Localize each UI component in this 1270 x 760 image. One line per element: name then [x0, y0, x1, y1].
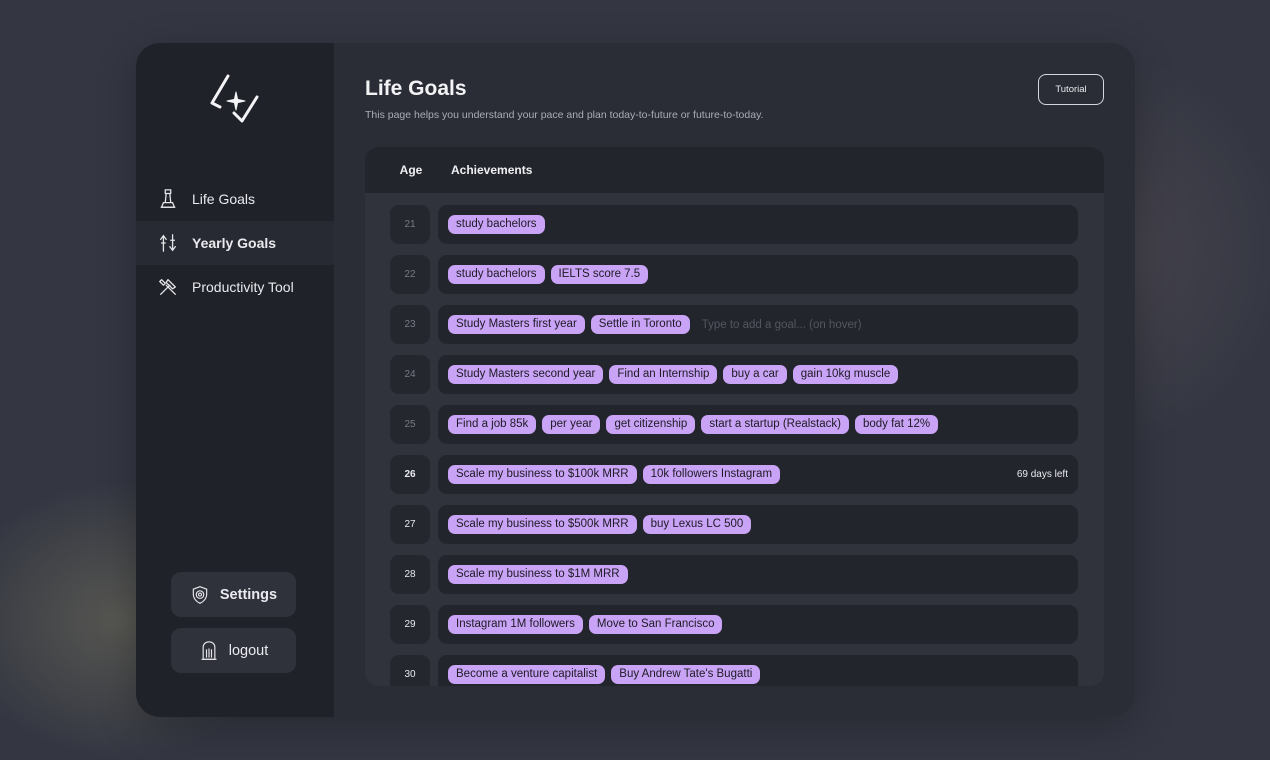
sidebar: Life Goals Yearly Goals Productivity Too… — [136, 43, 334, 717]
age-cell: 22 — [390, 255, 430, 294]
goal-rows[interactable]: 21 study bachelors 22 study bachelors IELTS … — [365, 205, 1104, 686]
goals-table: Age Achievements 21 study bachelors 22 stud… — [365, 147, 1104, 686]
settings-button[interactable]: Settings — [171, 572, 296, 617]
column-header-achievements: Achievements — [451, 163, 533, 177]
days-left-label: 69 days left — [1016, 469, 1068, 480]
goal-tag[interactable]: Scale my business to $500k MRR — [448, 515, 637, 534]
age-cell: 30 — [390, 655, 430, 686]
tools-icon — [156, 275, 180, 299]
goal-tag[interactable]: 10k followers Instagram — [642, 465, 781, 484]
table-row: 27 Scale my business to $500k MRR buy Lexu… — [365, 505, 1104, 555]
tower-icon — [156, 187, 180, 211]
goal-tag[interactable]: Become a venture capitalist — [448, 665, 606, 684]
goal-tag[interactable]: Instagram 1M followers — [448, 615, 583, 634]
goals-cell[interactable]: study bachelors IELTS score 7.5 — [438, 255, 1078, 294]
goals-cell[interactable]: Scale my business to $100k MRR 10k follow… — [438, 455, 1078, 494]
age-cell: 24 — [390, 355, 430, 394]
goal-tag[interactable]: Buy Andrew Tate's Bugatti — [611, 665, 761, 684]
age-cell: 23 — [390, 305, 430, 344]
table-row: 29 Instagram 1M followers Move to San Fran… — [365, 605, 1104, 655]
goal-tag[interactable]: buy a car — [723, 365, 787, 384]
settings-label: Settings — [219, 586, 278, 603]
logo-icon — [210, 74, 259, 123]
table-header: Age Achievements — [365, 147, 1104, 193]
sidebar-item-life-goals[interactable]: Life Goals — [136, 177, 334, 221]
goal-tag[interactable]: Find a job 85k — [448, 415, 537, 434]
sidebar-item-yearly-goals[interactable]: Yearly Goals — [136, 221, 334, 265]
main-content: Life Goals This page helps you understan… — [334, 43, 1135, 717]
goal-tag[interactable]: gain 10kg muscle — [792, 365, 899, 384]
age-cell: 29 — [390, 605, 430, 644]
goal-tag[interactable]: study bachelors — [448, 265, 545, 284]
goal-tag[interactable]: buy Lexus LC 500 — [642, 515, 752, 534]
goal-tag[interactable]: Study Masters first year — [448, 315, 585, 334]
logout-label: logout — [228, 642, 269, 659]
age-cell: 21 — [390, 205, 430, 244]
add-goal-input[interactable]: Type to add a goal... (on hover) — [702, 319, 862, 331]
sidebar-item-label: Productivity Tool — [192, 279, 294, 295]
goal-tag[interactable]: Move to San Francisco — [588, 615, 723, 634]
table-row: 24 Study Masters second year Find an Inter… — [365, 355, 1104, 405]
goals-cell[interactable]: Scale my business to $1M MRR — [438, 555, 1078, 594]
goals-cell[interactable]: study bachelors — [438, 205, 1078, 244]
table-row: 28 Scale my business to $1M MRR — [365, 555, 1104, 605]
page-subtitle: This page helps you understand your pace… — [365, 109, 764, 121]
sidebar-item-label: Life Goals — [192, 191, 256, 207]
table-row: 25 Find a job 85k per year get citizenship s… — [365, 405, 1104, 455]
table-row: 23 Study Masters first year Settle in Toro… — [365, 305, 1104, 355]
sidebar-item-label: Yearly Goals — [192, 235, 277, 251]
sidebar-nav: Life Goals Yearly Goals Productivity Too… — [136, 177, 334, 309]
goals-cell[interactable]: Study Masters first year Settle in Toront… — [438, 305, 1078, 344]
column-header-age: Age — [399, 163, 423, 177]
table-row: 21 study bachelors — [365, 205, 1104, 255]
goal-tag[interactable]: per year — [542, 415, 601, 434]
age-cell: 26 — [390, 455, 430, 494]
goal-tag[interactable]: start a startup (Realstack) — [701, 415, 849, 434]
table-row: 26 Scale my business to $100k MRR 10k foll… — [365, 455, 1104, 505]
door-icon — [201, 640, 217, 660]
goal-tag[interactable]: Settle in Toronto — [590, 315, 690, 334]
goal-tag[interactable]: get citizenship — [606, 415, 696, 434]
goal-tag[interactable]: Scale my business to $1M MRR — [448, 565, 628, 584]
goal-tag[interactable]: Study Masters second year — [448, 365, 604, 384]
goal-tag[interactable]: Scale my business to $100k MRR — [448, 465, 637, 484]
logout-button[interactable]: logout — [171, 628, 296, 673]
goals-cell[interactable]: Instagram 1M followers Move to San Franci… — [438, 605, 1078, 644]
table-row: 22 study bachelors IELTS score 7.5 — [365, 255, 1104, 305]
goal-tag[interactable]: body fat 12% — [854, 415, 939, 434]
goals-cell[interactable]: Find a job 85k per year get citizenship sta… — [438, 405, 1078, 444]
shield-icon — [192, 585, 208, 604]
page-title: Life Goals — [365, 77, 467, 100]
tutorial-button[interactable]: Tutorial — [1038, 74, 1104, 105]
goals-cell[interactable]: Become a venture capitalist Buy Andrew Ta… — [438, 655, 1078, 686]
table-row: 30 Become a venture capitalist Buy Andrew … — [365, 655, 1104, 686]
age-cell: 28 — [390, 555, 430, 594]
arrows-icon — [156, 231, 180, 255]
goals-cell[interactable]: Scale my business to $500k MRR buy Lexus … — [438, 505, 1078, 544]
age-cell: 25 — [390, 405, 430, 444]
sidebar-item-productivity-tool[interactable]: Productivity Tool — [136, 265, 334, 309]
app-window: Life Goals Yearly Goals Productivity Too… — [136, 43, 1135, 717]
goal-tag[interactable]: study bachelors — [448, 215, 545, 234]
goal-tag[interactable]: IELTS score 7.5 — [550, 265, 649, 284]
goal-tag[interactable]: Find an Internship — [609, 365, 718, 384]
age-cell: 27 — [390, 505, 430, 544]
goals-cell[interactable]: Study Masters second year Find an Interns… — [438, 355, 1078, 394]
